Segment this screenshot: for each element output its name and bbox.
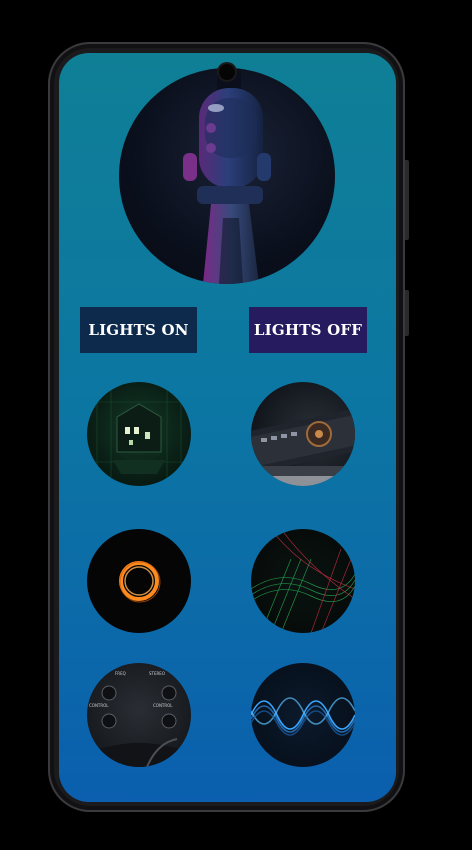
laser-grid-thumbnail[interactable] — [251, 529, 355, 633]
phone-volume-button — [405, 160, 409, 240]
lights-on-label: LIGHTS ON — [88, 321, 189, 339]
svg-text:CONTROL: CONTROL — [89, 703, 109, 708]
svg-text:CONTROL: CONTROL — [153, 703, 173, 708]
audio-device-thumbnail[interactable] — [251, 382, 355, 486]
microphone-image — [119, 68, 335, 284]
lights-off-button[interactable]: LIGHTS OFF — [249, 307, 367, 353]
lights-off-label: LIGHTS OFF — [253, 321, 363, 339]
haunted-house-thumbnail[interactable] — [87, 382, 191, 486]
app-screen: LIGHTS ON LIGHTS OFF FREQ STEREO CONTROL… — [59, 53, 396, 802]
svg-text:STEREO: STEREO — [149, 671, 165, 676]
phone-power-button — [405, 290, 409, 336]
mixer-knobs-thumbnail[interactable]: FREQ STEREO CONTROL CONTROL — [87, 663, 191, 767]
svg-text:FREQ: FREQ — [115, 671, 126, 676]
orange-ring-thumbnail[interactable] — [87, 529, 191, 633]
sound-wave-thumbnail[interactable] — [251, 663, 355, 767]
lights-on-button[interactable]: LIGHTS ON — [80, 307, 197, 353]
front-camera — [219, 64, 235, 80]
